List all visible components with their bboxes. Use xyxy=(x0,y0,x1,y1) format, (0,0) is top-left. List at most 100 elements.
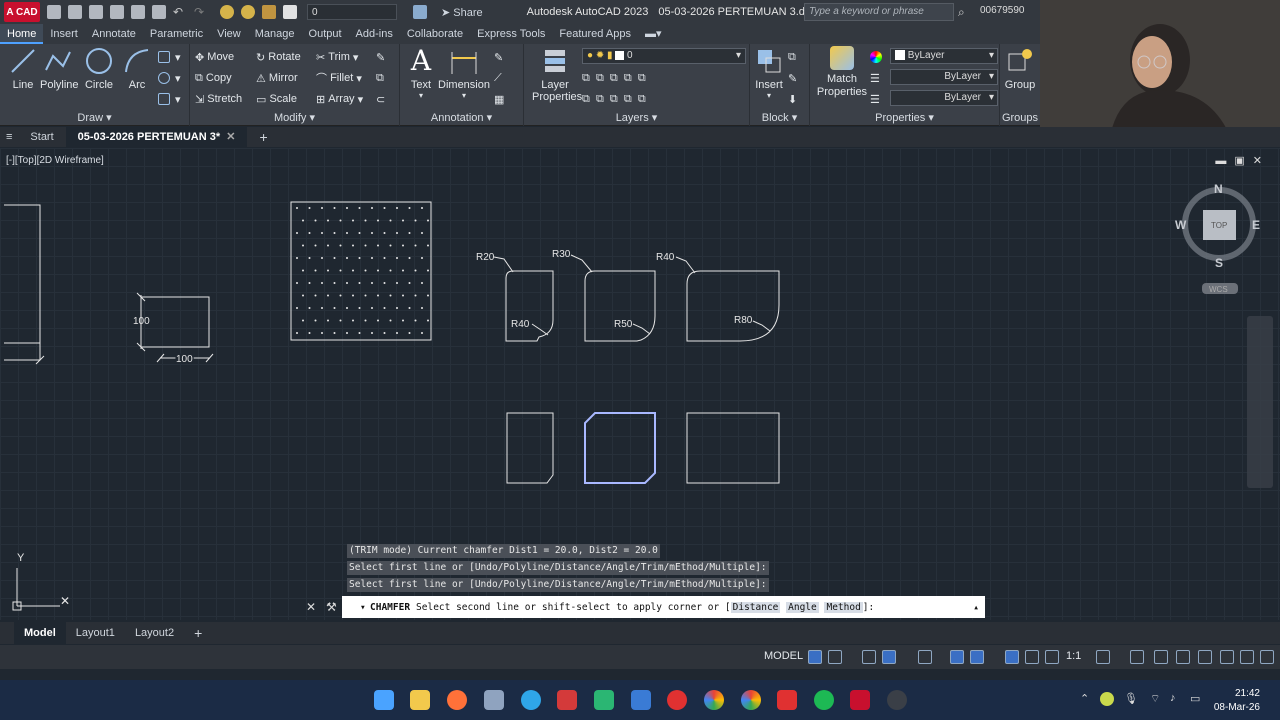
copy-button[interactable]: ⧉ Copy xyxy=(195,70,232,86)
command-history-toggle-icon[interactable]: ▴ xyxy=(973,602,979,613)
autoscale-icon[interactable] xyxy=(1025,650,1039,664)
command-dropdown-icon[interactable]: ▾ xyxy=(360,602,366,613)
windows-start-icon[interactable] xyxy=(374,690,394,710)
edit-block-icon[interactable]: ✎ xyxy=(788,70,797,86)
search-input[interactable]: Type a keyword or phrase xyxy=(804,3,954,21)
workspace-icon[interactable] xyxy=(413,5,427,19)
volume-icon[interactable]: ♪ xyxy=(1170,692,1184,706)
group-button[interactable]: Group xyxy=(1002,46,1038,91)
tab-layout2[interactable]: Layout2 xyxy=(125,622,184,644)
match-properties-button[interactable]: Match Properties xyxy=(816,46,868,99)
circle-tool[interactable]: Circle xyxy=(84,46,114,91)
menu-icon[interactable]: ≡ xyxy=(0,127,18,147)
system-clock[interactable]: 21:42 08-Mar-26 xyxy=(1214,687,1260,715)
annotation-visibility-icon[interactable] xyxy=(1005,650,1019,664)
tab-insert[interactable]: Insert xyxy=(43,24,85,44)
customize-status-icon[interactable] xyxy=(1260,650,1274,664)
tab-home[interactable]: Home xyxy=(0,24,44,44)
option-angle[interactable]: Angle xyxy=(786,601,819,613)
arc-tool[interactable]: Arc xyxy=(122,46,152,91)
tab-express-tools[interactable]: Express Tools xyxy=(470,24,552,44)
mirror-button[interactable]: ⚠ Mirror xyxy=(256,70,298,86)
save-as-icon[interactable] xyxy=(110,5,124,19)
tab-featured-apps[interactable]: Featured Apps xyxy=(552,24,638,44)
open-file-icon[interactable] xyxy=(68,5,82,19)
properties-panel-title[interactable]: Properties ▾ xyxy=(810,111,999,124)
chrome-profile-icon[interactable] xyxy=(741,690,761,710)
camera-icon[interactable] xyxy=(484,690,504,710)
option-method[interactable]: Method xyxy=(824,601,863,613)
explode-icon[interactable]: ⧉ xyxy=(376,70,384,86)
firefox-icon[interactable] xyxy=(447,690,467,710)
search-icon[interactable]: ⌕ xyxy=(958,5,965,20)
pencil-icon[interactable]: ✎ xyxy=(376,49,385,65)
isodraft-icon[interactable] xyxy=(918,650,932,664)
leader-icon[interactable]: ✎ xyxy=(494,49,503,65)
bulb-icon[interactable] xyxy=(220,5,234,19)
isolate-objects-icon[interactable] xyxy=(1154,650,1168,664)
color-wheel-icon[interactable] xyxy=(870,49,882,65)
chrome-icon[interactable] xyxy=(704,690,724,710)
draw-panel-title[interactable]: Draw ▾ xyxy=(0,111,189,124)
lock-icon[interactable] xyxy=(262,5,276,19)
object-snap-icon[interactable] xyxy=(970,650,984,664)
polar-tracking-icon[interactable] xyxy=(882,650,896,664)
undo-icon[interactable]: ↶ xyxy=(173,5,187,19)
tab-model[interactable]: Model xyxy=(14,622,66,644)
excel-like-icon[interactable] xyxy=(594,690,614,710)
hatch-icon[interactable]: ▾ xyxy=(158,91,181,107)
new-file-icon[interactable] xyxy=(47,5,61,19)
print-icon[interactable] xyxy=(152,5,166,19)
defender-icon[interactable] xyxy=(631,690,651,710)
redo-icon[interactable]: ↷ xyxy=(194,5,208,19)
rotate-button[interactable]: ↻ Rotate xyxy=(256,49,301,65)
color-swatch-icon[interactable] xyxy=(283,5,297,19)
table-icon[interactable]: ▦ xyxy=(494,91,504,107)
layers-panel-title[interactable]: Layers ▾ xyxy=(524,111,749,124)
wps-office-icon[interactable] xyxy=(777,690,797,710)
autocad-taskbar-icon[interactable] xyxy=(850,690,870,710)
offset-icon[interactable]: ⊂ xyxy=(376,91,385,107)
snap-mode-icon[interactable] xyxy=(828,650,842,664)
drawing-viewport[interactable]: [-][Top][2D Wireframe] ▬▣✕ 100 100 R20 R… xyxy=(0,148,1280,620)
new-tab-icon[interactable]: + xyxy=(247,127,279,147)
sun-icon[interactable] xyxy=(241,5,255,19)
user-account[interactable]: 00679590 xyxy=(980,5,1025,16)
lineweight-icon[interactable]: ☰ xyxy=(870,91,880,107)
tab-add-ins[interactable]: Add-ins xyxy=(349,24,400,44)
ortho-icon[interactable] xyxy=(862,650,876,664)
edge-icon[interactable] xyxy=(521,690,541,710)
command-line-input[interactable]: ▾ CHAMFER Select second line or shift-se… xyxy=(342,596,985,618)
array-button[interactable]: ⊞ Array ▾ xyxy=(316,91,363,107)
rectangle-icon[interactable]: ▾ xyxy=(158,49,181,65)
modify-panel-title[interactable]: Modify ▾ xyxy=(190,111,399,124)
scale-button[interactable]: ▭ Scale xyxy=(256,91,297,107)
grid-icon[interactable] xyxy=(808,650,822,664)
trim-button[interactable]: ✂ Trim ▾ xyxy=(316,49,358,65)
add-layout-icon[interactable]: + xyxy=(184,622,212,644)
stretch-button[interactable]: ⇲ Stretch xyxy=(195,91,242,107)
ribbon-minimize-icon[interactable]: ▬▾ xyxy=(638,24,669,44)
layer-properties-button[interactable]: Layer Properties xyxy=(532,46,582,103)
annotation-scale-icon[interactable] xyxy=(1045,650,1059,664)
move-button[interactable]: ✥ Move xyxy=(195,49,234,65)
multileader-icon[interactable]: ⟋ xyxy=(494,70,502,86)
lineweight-dropdown[interactable]: ByLayer ▾ xyxy=(890,90,998,106)
tray-expand-icon[interactable]: ⌃ xyxy=(1080,692,1094,706)
insert-button[interactable]: Insert ▾ xyxy=(752,46,786,100)
units-icon[interactable] xyxy=(1220,650,1234,664)
steam-icon[interactable] xyxy=(887,690,907,710)
tab-manage[interactable]: Manage xyxy=(248,24,302,44)
object-snap-tracking-icon[interactable] xyxy=(950,650,964,664)
layer-tools-row-2-icon[interactable]: ⧉ ⧉ ⧉ ⧉ ⧉ xyxy=(582,91,646,107)
tab-output[interactable]: Output xyxy=(302,24,349,44)
save-icon[interactable] xyxy=(89,5,103,19)
tray-app-icon[interactable] xyxy=(1100,692,1114,706)
microphone-icon[interactable]: 🎙 xyxy=(1124,692,1138,706)
ellipse-icon[interactable]: ▾ xyxy=(158,70,181,86)
acrobat-icon[interactable] xyxy=(557,690,577,710)
spotify-icon[interactable] xyxy=(814,690,834,710)
tab-view[interactable]: View xyxy=(210,24,248,44)
customize-command-icon[interactable]: ⚒ xyxy=(326,600,337,614)
block-panel-title[interactable]: Block ▾ xyxy=(750,111,809,124)
